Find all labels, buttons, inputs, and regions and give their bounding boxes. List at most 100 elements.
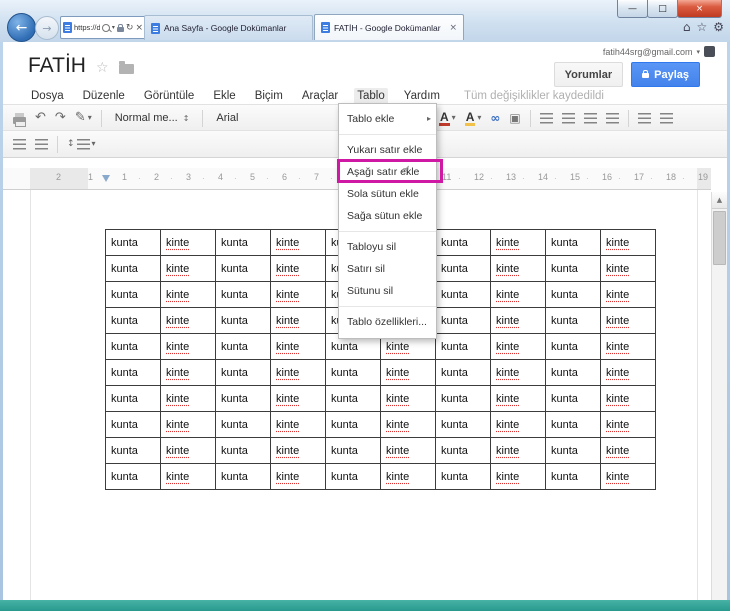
table-cell[interactable]: kunta <box>325 385 381 412</box>
menu-item-sat-r-sil[interactable]: Satırı sil <box>339 258 436 280</box>
minimize-button[interactable]: — <box>617 0 648 18</box>
table-cell[interactable]: kinte <box>160 333 216 360</box>
menu-item-sola-s-tun-ekle[interactable]: Sola sütun ekle <box>339 183 436 205</box>
account-icon[interactable] <box>704 46 715 57</box>
text-color-button[interactable]: A ▾ <box>439 111 456 126</box>
home-icon[interactable]: ⌂ <box>683 20 691 34</box>
table-cell[interactable]: kunta <box>215 307 271 334</box>
menu-item-tablo-ekle[interactable]: Tablo ekle ▸ <box>339 108 436 130</box>
table-cell[interactable]: kinte <box>270 281 326 308</box>
table-cell[interactable]: kinte <box>600 255 656 282</box>
table-cell[interactable]: kunta <box>215 463 271 490</box>
menu-bi-im[interactable]: Biçim <box>252 88 286 104</box>
star-document-icon[interactable]: ☆ <box>96 59 109 77</box>
refresh-icon[interactable]: ↻ <box>126 23 134 33</box>
table-cell[interactable]: kunta <box>545 411 601 438</box>
table-cell[interactable]: kinte <box>490 463 546 490</box>
menu-g-r-nt-le[interactable]: Görüntüle <box>141 88 198 104</box>
search-dropdown-icon[interactable]: ▾ <box>112 24 115 31</box>
tab-close-icon[interactable]: × <box>449 23 457 33</box>
table-cell[interactable]: kunta <box>215 385 271 412</box>
table-cell[interactable]: kunta <box>105 385 161 412</box>
table-cell[interactable]: kinte <box>490 229 546 256</box>
menu-item-yukar-sat-r-ekle[interactable]: Yukarı satır ekle <box>339 139 436 161</box>
vertical-scrollbar[interactable]: ▲ <box>711 192 727 600</box>
table-cell[interactable]: kunta <box>435 437 491 464</box>
table-cell[interactable]: kunta <box>105 229 161 256</box>
table-cell[interactable]: kunta <box>215 229 271 256</box>
table-cell[interactable]: kunta <box>215 281 271 308</box>
table-cell[interactable]: kinte <box>490 385 546 412</box>
maximize-button[interactable]: □ <box>647 0 678 18</box>
menu-item-sa-a-s-tun-ekle[interactable]: Sağa sütun ekle <box>339 205 436 227</box>
table-cell[interactable]: kinte <box>600 437 656 464</box>
table-cell[interactable]: kinte <box>160 385 216 412</box>
table-cell[interactable]: kinte <box>600 229 656 256</box>
table-cell[interactable]: kunta <box>325 411 381 438</box>
table-cell[interactable]: kinte <box>270 333 326 360</box>
table-cell[interactable]: kunta <box>105 333 161 360</box>
menu-item-s-tunu-sil[interactable]: Sütunu sil <box>339 280 436 302</box>
stop-icon[interactable]: × <box>135 23 143 33</box>
share-button[interactable]: Paylaş <box>631 62 700 87</box>
table-cell[interactable]: kunta <box>105 255 161 282</box>
table-cell[interactable]: kunta <box>325 359 381 386</box>
menu-ara-lar[interactable]: Araçlar <box>299 88 341 104</box>
table-cell[interactable]: kinte <box>270 437 326 464</box>
table-cell[interactable]: kunta <box>545 281 601 308</box>
account-email[interactable]: fatih44srg@gmail.com <box>603 47 693 57</box>
table-cell[interactable]: kunta <box>435 255 491 282</box>
table-cell[interactable]: kinte <box>160 359 216 386</box>
table-cell[interactable]: kinte <box>160 255 216 282</box>
table-cell[interactable]: kunta <box>435 359 491 386</box>
table-cell[interactable]: kunta <box>215 333 271 360</box>
table-cell[interactable]: kunta <box>545 437 601 464</box>
tab-ana-sayfa[interactable]: Ana Sayfa - Google Dokümanlar <box>144 15 313 40</box>
table-cell[interactable]: kunta <box>105 359 161 386</box>
favorites-star-icon[interactable]: ☆ <box>696 20 707 34</box>
table-cell[interactable]: kinte <box>380 463 436 490</box>
table-cell[interactable]: kunta <box>545 333 601 360</box>
scrollbar-thumb[interactable] <box>713 211 726 265</box>
table-cell[interactable]: kunta <box>545 359 601 386</box>
menu-ekle[interactable]: Ekle <box>210 88 238 104</box>
table-cell[interactable]: kinte <box>380 385 436 412</box>
insert-image-icon[interactable]: ▣ <box>509 111 520 125</box>
table-cell[interactable]: kinte <box>270 385 326 412</box>
table-cell[interactable]: kinte <box>270 229 326 256</box>
table-cell[interactable]: kinte <box>490 281 546 308</box>
align-right-button[interactable] <box>35 138 48 150</box>
table-cell[interactable]: kunta <box>435 307 491 334</box>
table-cell[interactable]: kunta <box>435 385 491 412</box>
menu-yard-m[interactable]: Yardım <box>401 88 443 104</box>
bulleted-list-button[interactable] <box>561 112 575 124</box>
table-cell[interactable]: kinte <box>160 229 216 256</box>
table-cell[interactable]: kinte <box>600 411 656 438</box>
table-cell[interactable]: kinte <box>600 281 656 308</box>
table-cell[interactable]: kinte <box>270 255 326 282</box>
undo-button[interactable]: ↶ <box>35 111 46 125</box>
numbered-list-button[interactable] <box>539 112 553 124</box>
document-title[interactable]: FATİH <box>28 55 86 77</box>
menu-tablo[interactable]: Tablo <box>354 88 388 104</box>
align-left-button[interactable] <box>637 112 651 124</box>
table-cell[interactable]: kunta <box>545 463 601 490</box>
table-cell[interactable]: kunta <box>435 281 491 308</box>
table-cell[interactable]: kunta <box>215 359 271 386</box>
table-cell[interactable]: kunta <box>105 307 161 334</box>
table-cell[interactable]: kinte <box>160 411 216 438</box>
redo-button[interactable]: ↷ <box>55 111 66 125</box>
account-dropdown-icon[interactable]: ▾ <box>696 48 700 56</box>
table-cell[interactable]: kinte <box>600 359 656 386</box>
scroll-up-button[interactable]: ▲ <box>712 192 727 209</box>
font-dropdown[interactable]: Arial <box>212 110 242 126</box>
settings-gear-icon[interactable]: ⚙ <box>713 20 724 34</box>
table-cell[interactable]: kinte <box>380 411 436 438</box>
align-justify-button[interactable] <box>13 138 26 150</box>
table-cell[interactable]: kinte <box>490 437 546 464</box>
table-cell[interactable]: kunta <box>435 229 491 256</box>
menu-item-tablo-zellikleri[interactable]: Tablo özellikleri... <box>339 311 436 333</box>
table-cell[interactable]: kinte <box>380 437 436 464</box>
table-cell[interactable]: kinte <box>160 437 216 464</box>
table-cell[interactable]: kinte <box>600 463 656 490</box>
